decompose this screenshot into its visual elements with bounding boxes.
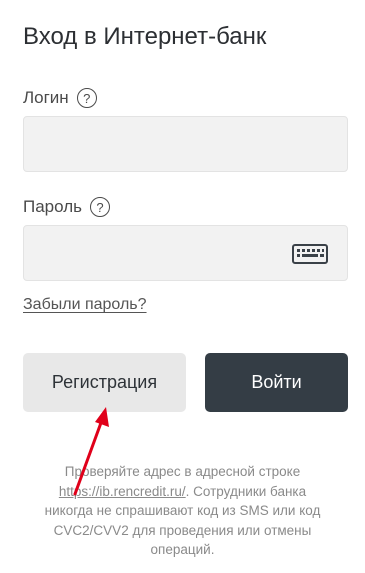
register-button[interactable]: Регистрация	[23, 353, 186, 412]
forgot-password-link[interactable]: Забыли пароль?	[23, 296, 147, 314]
notice-prefix: Проверяйте адрес в адресной строке	[64, 464, 301, 479]
bank-url-link[interactable]: https://ib.rencredit.ru/	[59, 484, 186, 499]
password-help-icon[interactable]: ?	[90, 197, 110, 217]
page-title: Вход в Интернет-банк	[23, 23, 267, 50]
keyboard-icon[interactable]	[292, 244, 328, 264]
login-button[interactable]: Войти	[205, 353, 348, 412]
password-field[interactable]	[23, 225, 348, 281]
security-notice: Проверяйте адрес в адресной строке https…	[40, 462, 325, 560]
login-label: Логин	[23, 88, 69, 107]
login-help-icon[interactable]: ?	[76, 88, 97, 108]
password-label: Пароль	[23, 197, 82, 216]
login-label-row: Логин ?	[23, 88, 97, 108]
login-input[interactable]	[24, 117, 347, 171]
login-page: Вход в Интернет-банк Логин ? Пароль ? За…	[0, 0, 365, 573]
login-field[interactable]	[23, 116, 348, 172]
password-label-row: Пароль ?	[23, 197, 110, 217]
